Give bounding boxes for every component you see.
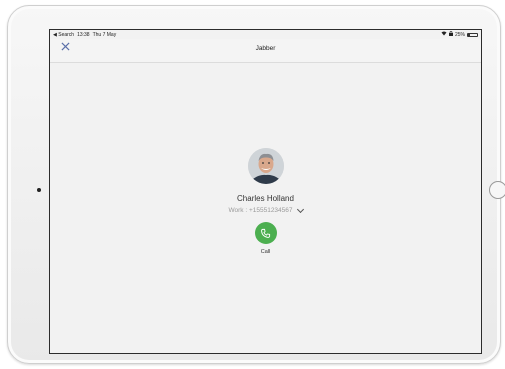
battery-icon (467, 32, 478, 37)
contact-number: Work : +15551234567 (228, 207, 293, 214)
call-label: Call (260, 249, 271, 255)
status-back-link[interactable]: ◀ Search (53, 32, 74, 38)
battery-percent: 25% (454, 31, 465, 38)
front-camera (37, 188, 41, 192)
ipad-frame: ◀ Search 13:38 Thu 7 May 25% Jabber Char… (7, 5, 505, 364)
status-time: 13:38 (77, 31, 90, 38)
status-date: Thu 7 May (92, 31, 117, 38)
screen: ◀ Search 13:38 Thu 7 May 25% Jabber Char… (49, 29, 482, 354)
lock-rotation-icon (448, 31, 453, 38)
avatar (247, 148, 284, 184)
nav-title: Jabber (255, 45, 276, 52)
battery-fill (468, 33, 471, 36)
wifi-icon (441, 31, 447, 38)
contact-card: Charles Holland Work : +15551234567 Call (50, 148, 481, 255)
contact-number-selector[interactable]: Work : +15551234567 (228, 205, 304, 214)
nav-bar: Jabber (50, 39, 481, 63)
contact-name: Charles Holland (237, 194, 294, 203)
phone-icon (261, 228, 271, 238)
chevron-down-icon[interactable] (296, 205, 304, 213)
status-bar: ◀ Search 13:38 Thu 7 May 25% (50, 30, 481, 39)
call-button[interactable] (254, 222, 277, 244)
home-button[interactable] (489, 181, 505, 199)
